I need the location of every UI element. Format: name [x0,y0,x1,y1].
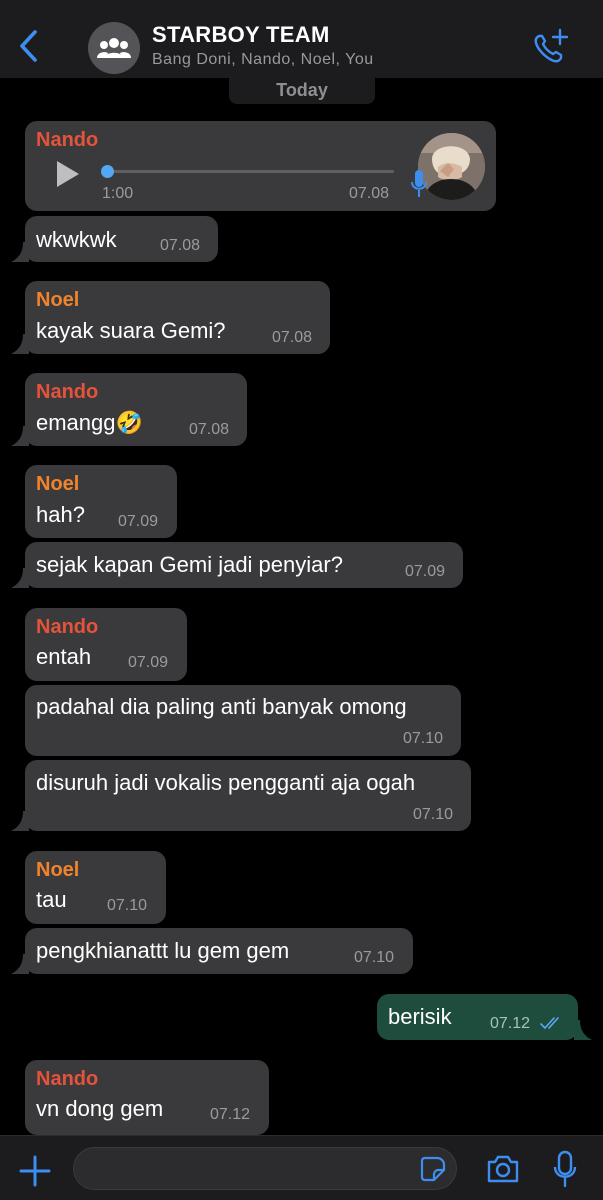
message-input[interactable] [90,1148,410,1189]
message-bubble[interactable]: Noel hah? 07.09 [25,465,177,538]
sender-name: Nando [36,381,99,403]
message-time: 07.08 [160,237,201,254]
camera-icon[interactable] [486,1154,520,1184]
message-time: 07.09 [118,513,159,530]
message-bubble[interactable]: sejak kapan Gemi jadi penyiar? 07.09 [25,542,463,588]
message-text: entah [36,644,92,669]
plus-icon[interactable] [18,1154,52,1188]
message-time: 07.12 [490,1015,531,1032]
sender-name: Nando [36,616,99,638]
voice-duration: 1:00 [102,185,134,202]
voice-message-bubble[interactable]: Nando 1:00 07.08 [25,121,496,211]
message-field[interactable] [73,1147,457,1190]
chat-participants[interactable]: Bang Doni, Nando, Noel, You [152,51,374,69]
message-text: kayak suara Gemi? [36,318,226,343]
sender-name: Noel [36,473,80,495]
sender-avatar [418,133,485,200]
message-text: wkwkwk [36,227,117,252]
message-text: vn dong gem [36,1096,164,1121]
message-bubble[interactable]: pengkhianattt lu gem gem 07.10 [25,928,413,974]
message-time: 07.09 [128,654,169,671]
sender-name: Nando [36,1068,99,1090]
message-text: hah? [36,502,85,527]
group-avatar[interactable] [88,22,140,74]
message-bubble[interactable]: Nando vn dong gem 07.12 [25,1060,269,1135]
outgoing-message-bubble[interactable]: berisik 07.12 [377,994,578,1040]
message-time: 07.10 [354,949,395,966]
voice-progress-handle[interactable] [101,165,114,178]
message-text: sejak kapan Gemi jadi penyiar? [36,552,343,577]
chat-header: STARBOY TEAM Bang Doni, Nando, Noel, You [0,0,603,78]
message-text: pengkhianattt lu gem gem [36,938,290,963]
sender-name: Noel [36,289,80,311]
message-time: 07.08 [272,329,313,346]
voice-progress-track[interactable] [107,170,394,173]
message-input-bar [0,1135,603,1200]
message-time: 07.09 [405,563,446,580]
message-bubble[interactable]: disuruh jadi vokalis pengganti aja ogah … [25,760,471,831]
day-separator: Today [229,78,375,104]
message-text: tau [36,887,67,912]
chevron-left-icon[interactable] [14,28,44,64]
sticker-icon[interactable] [420,1156,446,1182]
phone-plus-icon[interactable] [530,28,570,68]
message-bubble[interactable]: padahal dia paling anti banyak omong 07.… [25,685,461,756]
sender-name: Noel [36,859,80,881]
microphone-icon [411,170,427,197]
message-time: 07.10 [413,806,454,823]
message-bubble[interactable]: Nando emangg🤣 07.08 [25,373,247,446]
message-time: 07.08 [189,421,230,438]
message-time: 07.10 [403,730,444,747]
message-bubble[interactable]: Noel kayak suara Gemi? 07.08 [25,281,330,354]
message-time: 07.10 [107,897,148,914]
message-bubble[interactable]: Noel tau 07.10 [25,851,166,924]
message-time: 07.08 [349,185,390,202]
message-text: padahal dia paling anti banyak omong [36,694,407,719]
double-check-icon [540,1017,559,1029]
chat-title[interactable]: STARBOY TEAM [152,22,330,48]
group-icon [97,38,131,58]
message-text: disuruh jadi vokalis pengganti aja ogah [36,770,416,795]
play-icon[interactable] [55,159,81,189]
message-bubble[interactable]: Nando entah 07.09 [25,608,187,681]
message-time: 07.12 [210,1106,251,1123]
microphone-icon[interactable] [553,1150,577,1188]
message-bubble[interactable]: wkwkwk 07.08 [25,216,218,262]
sender-name: Nando [36,129,99,151]
message-text: berisik [388,1004,452,1029]
message-text: emangg🤣 [36,410,143,435]
